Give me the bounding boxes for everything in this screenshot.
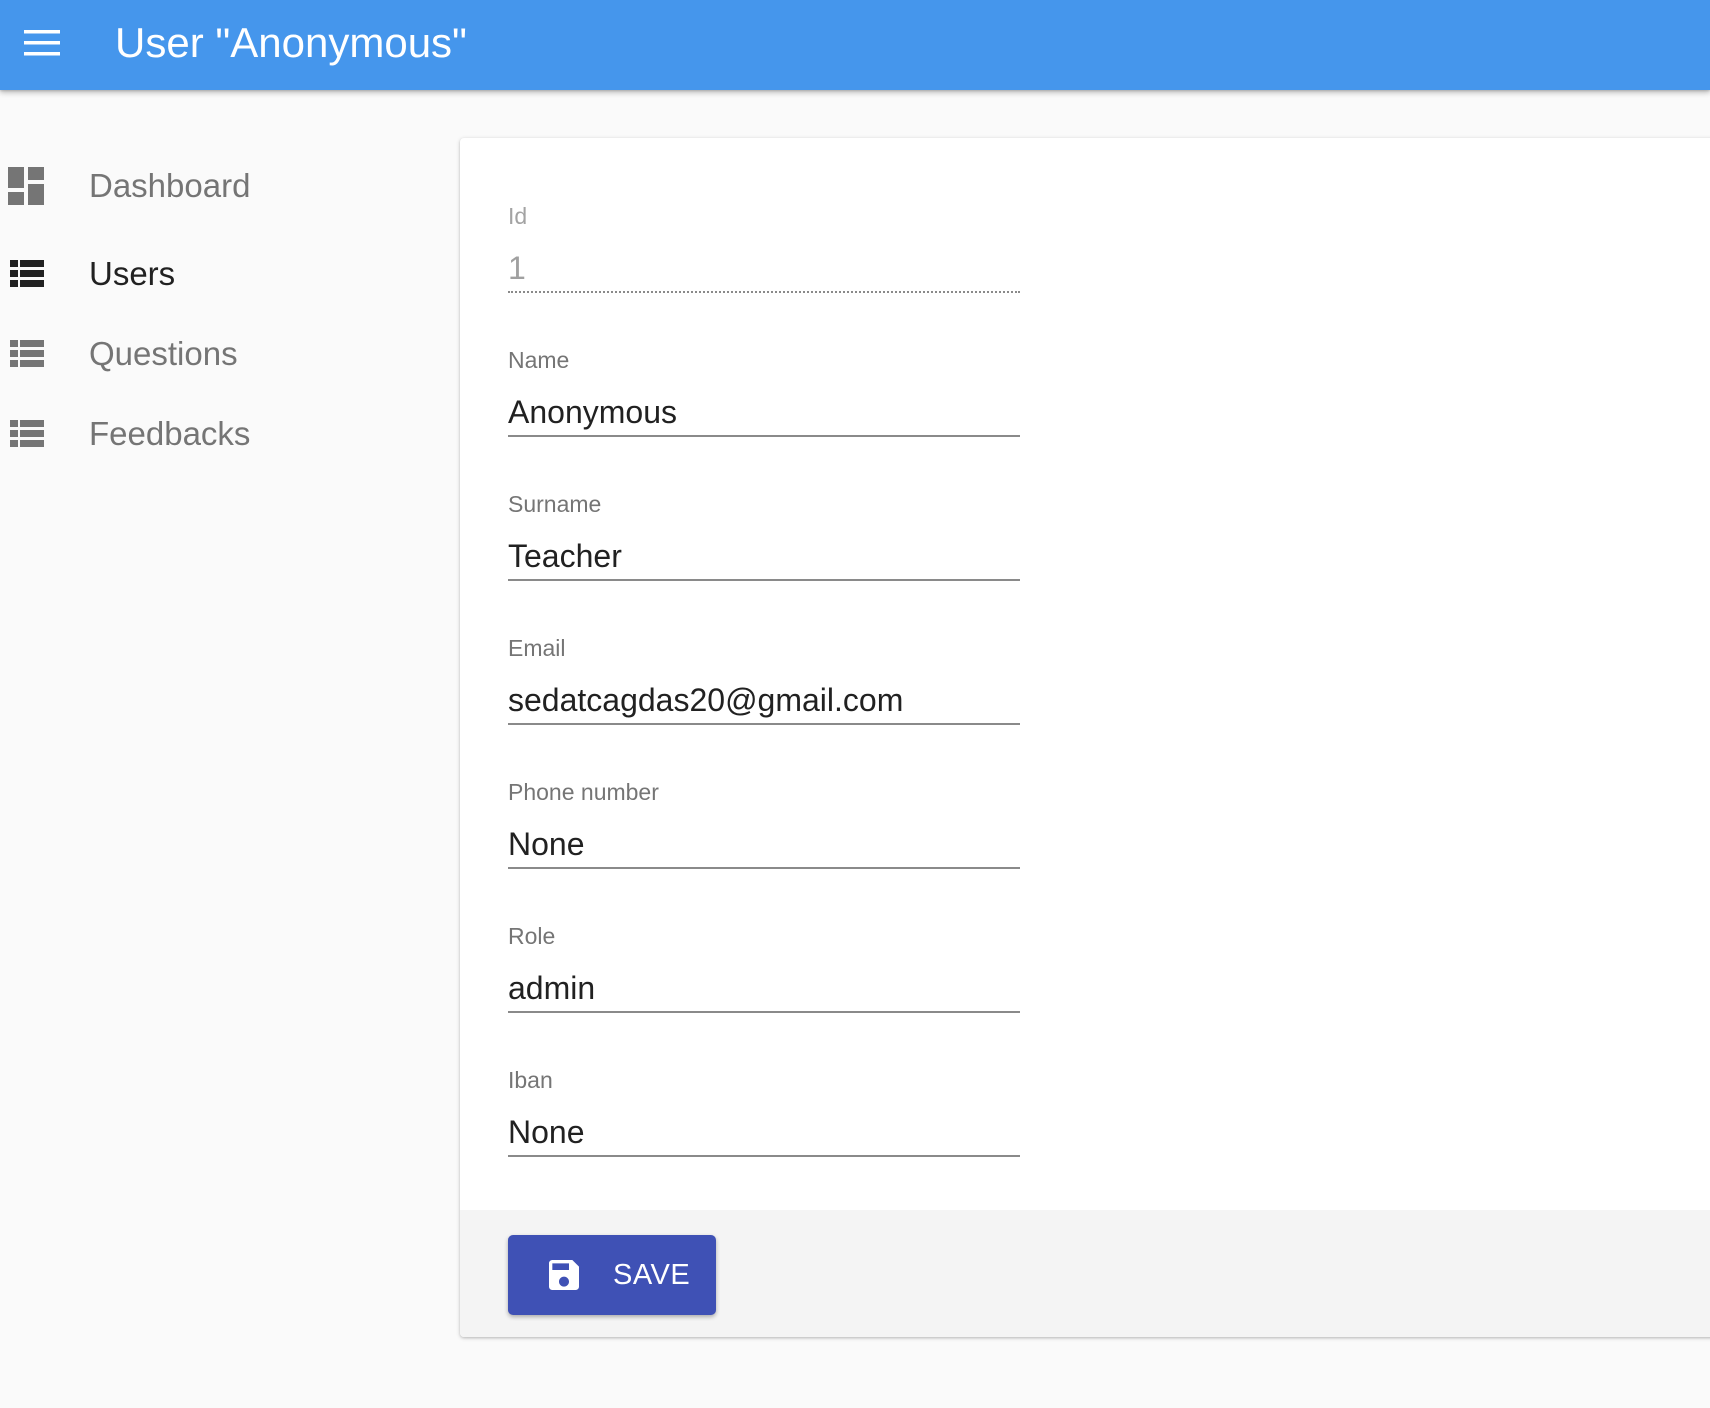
view-list-icon: [10, 420, 44, 447]
sidebar-item-dashboard[interactable]: Dashboard: [0, 149, 440, 221]
role-input[interactable]: [508, 965, 1020, 1013]
phone-number-label: Phone number: [508, 779, 659, 805]
role-field: Role: [508, 922, 1020, 1032]
surname-label: Surname: [508, 491, 602, 517]
sidebar-item-label: Feedbacks: [89, 415, 251, 452]
phone-number-field: Phone number: [508, 778, 1020, 888]
sidebar-item-feedbacks[interactable]: Feedbacks: [0, 397, 440, 469]
menu-icon: [24, 30, 60, 56]
role-label: Role: [508, 923, 556, 949]
phone-number-input[interactable]: [508, 821, 1020, 869]
iban-input[interactable]: [508, 1109, 1020, 1157]
save-icon: [549, 1260, 579, 1290]
sidebar-item-label: Users: [89, 255, 176, 292]
iban-label: Iban: [508, 1067, 553, 1093]
name-label: Name: [508, 347, 570, 373]
name-field: Name: [508, 346, 1020, 456]
dashboard-icon: [8, 167, 44, 205]
surname-field: Surname: [508, 490, 1020, 600]
email-label: Email: [508, 635, 566, 661]
id-field: Id: [508, 202, 1020, 312]
name-input[interactable]: [508, 389, 1020, 437]
save-button-label: SAVE: [613, 1259, 691, 1291]
sidebar-item-label: Dashboard: [89, 167, 251, 204]
email-field: Email: [508, 634, 1020, 744]
id-input: [508, 245, 1020, 293]
save-button[interactable]: SAVE: [508, 1235, 716, 1315]
menu-button[interactable]: [14, 16, 70, 72]
iban-field: Iban: [508, 1066, 1020, 1176]
form-toolbar: SAVE: [460, 1210, 1710, 1337]
view-list-icon: [10, 260, 44, 287]
page-title: User "Anonymous": [115, 19, 467, 66]
surname-input[interactable]: [508, 533, 1020, 581]
email-input[interactable]: [508, 677, 1020, 725]
app-bar: User "Anonymous": [0, 0, 1710, 90]
sidebar-item-questions[interactable]: Questions: [0, 317, 440, 389]
sidebar-item-label: Questions: [89, 335, 238, 372]
edit-form-card: Id Name Surname Email Phone number Role …: [460, 138, 1710, 1337]
sidebar-item-users[interactable]: Users: [0, 237, 440, 309]
view-list-icon: [10, 340, 44, 367]
id-label: Id: [508, 203, 528, 229]
